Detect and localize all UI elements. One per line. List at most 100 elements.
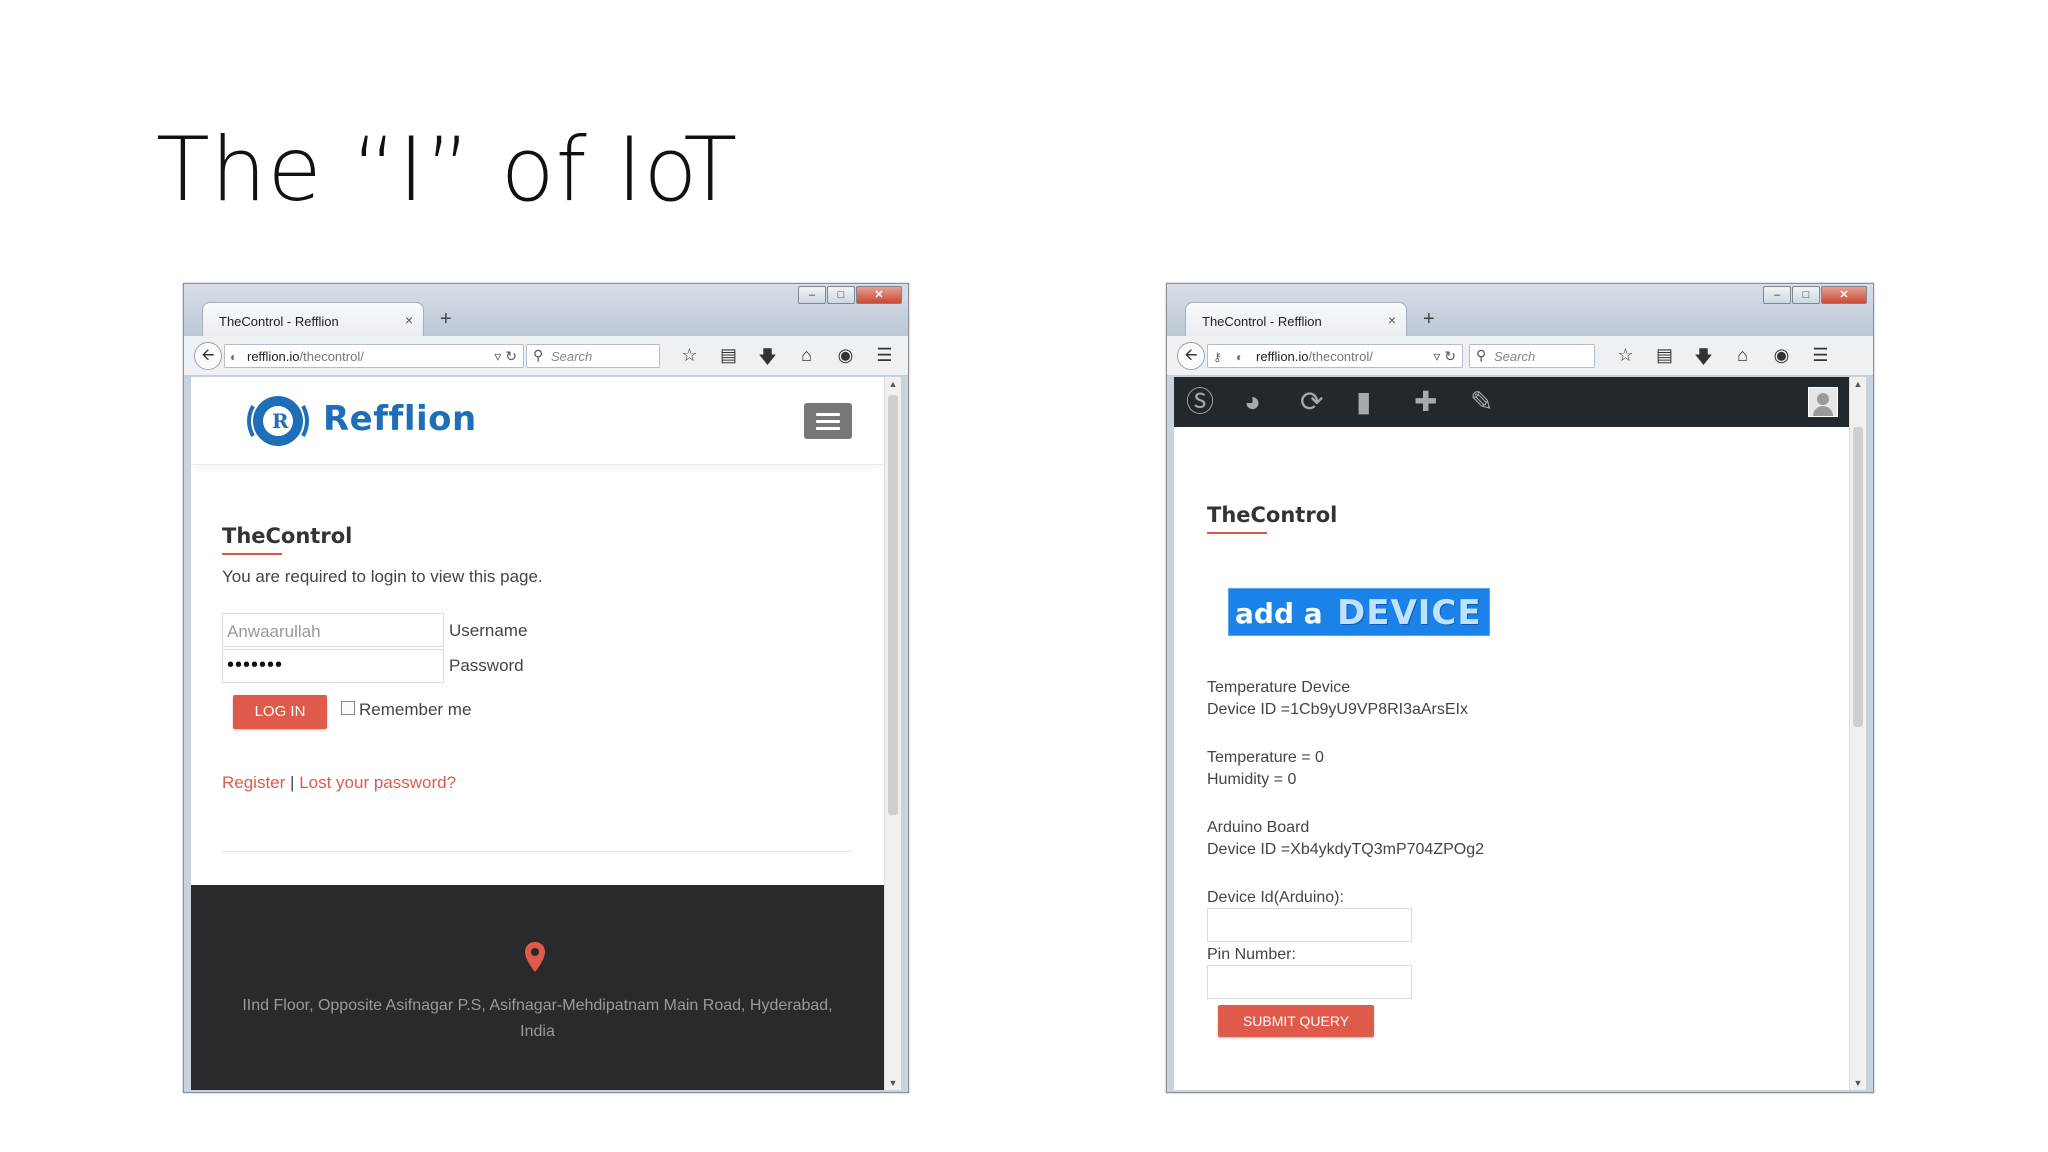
device2-id: Device ID =Xb4ykdyTQ3mP704ZPOg2	[1207, 841, 1485, 858]
window-controls: – □ ✕	[1762, 286, 1867, 304]
new-tab-button[interactable]: +	[440, 308, 452, 331]
close-window-button[interactable]: ✕	[1821, 286, 1867, 304]
device2-name: Arduino Board	[1207, 819, 1310, 836]
title-underline	[1207, 532, 1267, 534]
search-icon: ⚲	[533, 347, 544, 363]
toolbar-icons: ☆ ▤ 🡇 ⌂ ◉ ☰	[670, 345, 904, 375]
globe-icon: ◐	[1236, 350, 1244, 364]
close-window-button[interactable]: ✕	[856, 286, 902, 304]
remember-me-label: Remember me	[359, 700, 472, 719]
hamburger-menu-icon[interactable]	[804, 403, 852, 439]
site-header: R Refflion	[191, 377, 884, 465]
logo-text: Refflion	[323, 399, 477, 439]
search-icon: ⚲	[1476, 347, 1487, 363]
scrollbar-thumb[interactable]	[888, 395, 898, 815]
navigation-bar: 🡨 ◐ refflion.io/thecontrol/ ▿ ↻ ⚲ Search…	[184, 336, 908, 376]
star-icon[interactable]: ☆	[1606, 345, 1645, 375]
address-bar[interactable]: ⚷ ◐ refflion.io/thecontrol/ ▿ ↻	[1207, 344, 1463, 368]
chat-icon[interactable]: ◉	[1762, 345, 1801, 375]
footer-address-line2: India	[520, 1023, 555, 1040]
clipboard-icon[interactable]: ▤	[1645, 345, 1684, 375]
avatar-icon[interactable]	[1808, 387, 1838, 417]
menu-icon[interactable]: ☰	[1801, 345, 1840, 375]
scroll-down-icon[interactable]: ▼	[1850, 1078, 1866, 1088]
wordpress-icon[interactable]: Ⓢ	[1186, 386, 1214, 418]
submit-query-button[interactable]: SUBMIT QUERY	[1218, 1005, 1374, 1037]
plus-icon[interactable]: ✚	[1414, 386, 1437, 418]
edit-icon[interactable]: ✎	[1470, 386, 1493, 418]
device-id-input[interactable]	[1207, 908, 1412, 942]
footer-address: IInd Floor, Opposite Asifnagar P.S, Asif…	[191, 993, 884, 1045]
login-button[interactable]: LOG IN	[233, 695, 327, 729]
url-host: refflion.io	[1256, 349, 1309, 364]
scroll-up-icon[interactable]: ▲	[885, 379, 901, 389]
title-underline	[222, 553, 282, 555]
pin-number-label: Pin Number:	[1207, 946, 1296, 963]
chat-icon[interactable]: ◉	[826, 345, 865, 375]
titlebar: – □ ✕ TheControl - Refflion × +	[184, 284, 908, 336]
reload-icon[interactable]: ▿ ↻	[494, 348, 517, 365]
vertical-scrollbar[interactable]: ▲ ▼	[884, 377, 901, 1090]
home-icon[interactable]: ⌂	[787, 345, 826, 375]
back-arrow-icon[interactable]: 🡨	[194, 342, 222, 370]
toolbar-icons: ☆ ▤ 🡇 ⌂ ◉ ☰	[1606, 345, 1840, 375]
password-input[interactable]: •••••••	[222, 649, 444, 683]
minimize-button[interactable]: –	[1763, 286, 1791, 304]
url-path: /thecontrol/	[299, 349, 364, 364]
back-arrow-icon[interactable]: 🡨	[1177, 342, 1205, 370]
address-bar[interactable]: ◐ refflion.io/thecontrol/ ▿ ↻	[224, 344, 524, 368]
temperature-reading: Temperature = 0	[1207, 749, 1324, 766]
clipboard-icon[interactable]: ▤	[709, 345, 748, 375]
username-input[interactable]: Anwaarullah	[222, 613, 444, 647]
password-label: Password	[449, 656, 524, 675]
divider	[222, 851, 852, 852]
scroll-down-icon[interactable]: ▼	[885, 1078, 901, 1088]
url-host: refflion.io	[247, 349, 300, 364]
browser-tab[interactable]: TheControl - Refflion ×	[1185, 302, 1407, 336]
new-tab-button[interactable]: +	[1423, 308, 1435, 331]
reload-icon[interactable]: ▿ ↻	[1433, 348, 1456, 365]
minimize-button[interactable]: –	[798, 286, 826, 304]
star-icon[interactable]: ☆	[670, 345, 709, 375]
pin-number-input[interactable]	[1207, 965, 1412, 999]
register-link[interactable]: Register	[222, 773, 285, 792]
readings-block: Temperature = 0 Humidity = 0	[1207, 747, 1324, 791]
download-icon[interactable]: 🡇	[748, 345, 787, 375]
window-controls: – □ ✕	[797, 286, 902, 304]
scrollbar-thumb[interactable]	[1853, 427, 1863, 727]
auth-links: Register | Lost your password?	[222, 773, 456, 793]
slide-title: The “I” of IoT	[156, 118, 739, 221]
svg-text:R: R	[272, 409, 289, 433]
right-browser-window: – □ ✕ TheControl - Refflion × + 🡨 ⚷ ◐ re…	[1166, 283, 1874, 1093]
dashboard-icon[interactable]: ◕	[1244, 386, 1261, 418]
maximize-button[interactable]: □	[827, 286, 855, 304]
site-footer: IInd Floor, Opposite Asifnagar P.S, Asif…	[191, 885, 884, 1090]
username-label: Username	[449, 621, 528, 640]
update-icon[interactable]: ⟳	[1300, 386, 1323, 418]
titlebar: – □ ✕ TheControl - Refflion × +	[1167, 284, 1873, 336]
browser-tab[interactable]: TheControl - Refflion ×	[202, 302, 424, 336]
page-viewport: R Refflion TheControl You are required t…	[191, 377, 901, 1090]
vertical-scrollbar[interactable]: ▲ ▼	[1849, 377, 1866, 1090]
admin-bar: Ⓢ ◕ ⟳ ▮ ✚ ✎	[1174, 377, 1866, 427]
device1-id: Device ID =1Cb9yU9VP8RI3aArsEIx	[1207, 701, 1468, 718]
search-placeholder: Search	[551, 349, 593, 364]
page-title: TheControl	[1207, 503, 1338, 527]
tab-close-icon[interactable]: ×	[1388, 312, 1396, 328]
menu-icon[interactable]: ☰	[865, 345, 904, 375]
page-viewport: Ⓢ ◕ ⟳ ▮ ✚ ✎ TheControl add a DEVICE Temp…	[1174, 377, 1866, 1090]
location-pin-icon	[525, 942, 545, 972]
banner-word-device: DEVICE	[1337, 593, 1482, 633]
left-browser-window: – □ ✕ TheControl - Refflion × + 🡨 ◐ reff…	[183, 283, 909, 1093]
download-icon[interactable]: 🡇	[1684, 345, 1723, 375]
maximize-button[interactable]: □	[1792, 286, 1820, 304]
search-box[interactable]: ⚲ Search	[526, 344, 660, 368]
lost-password-link[interactable]: Lost your password?	[299, 773, 456, 792]
tab-close-icon[interactable]: ×	[405, 312, 413, 328]
home-icon[interactable]: ⌂	[1723, 345, 1762, 375]
search-box[interactable]: ⚲ Search	[1469, 344, 1595, 368]
comment-icon[interactable]: ▮	[1356, 386, 1371, 418]
scroll-up-icon[interactable]: ▲	[1850, 379, 1866, 389]
add-device-banner[interactable]: add a DEVICE	[1228, 588, 1490, 636]
remember-me-checkbox[interactable]	[341, 701, 355, 715]
